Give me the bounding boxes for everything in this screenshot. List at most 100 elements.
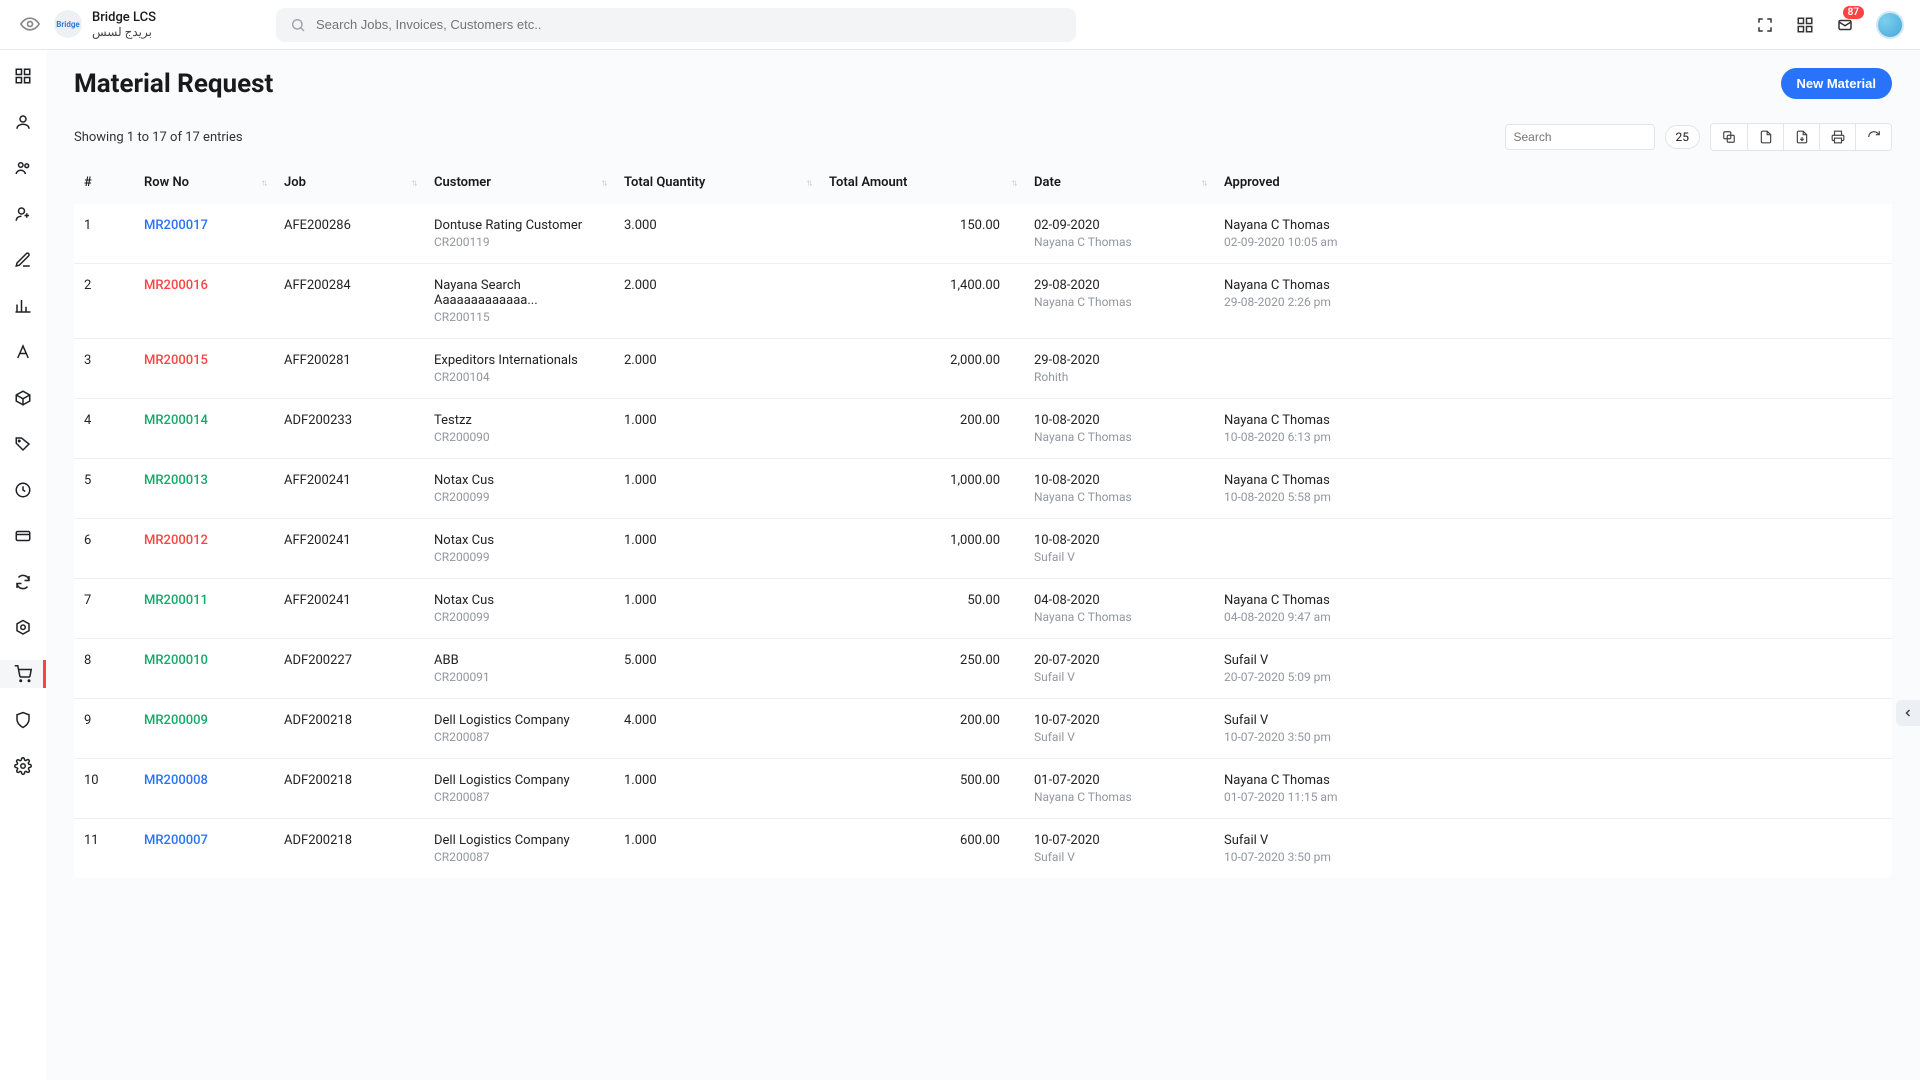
table-row[interactable]: 6MR200012AFF200241Notax CusCR2000991.000…	[74, 519, 1892, 579]
table-row[interactable]: 4MR200014ADF200233TestzzCR2000901.000200…	[74, 399, 1892, 459]
cell-approved: Sufail V10-07-2020 3:50 pm	[1214, 819, 1892, 879]
cell-date: 10-07-2020Sufail V	[1024, 819, 1214, 879]
eye-icon[interactable]	[16, 10, 44, 38]
global-search	[276, 8, 1076, 42]
cell-row-no[interactable]: MR200013	[134, 459, 274, 519]
nav-settings[interactable]	[0, 752, 46, 780]
table-row[interactable]: 7MR200011AFF200241Notax CusCR2000991.000…	[74, 579, 1892, 639]
copy-icon[interactable]	[1711, 124, 1747, 150]
nav-team[interactable]	[0, 154, 46, 182]
cell-job: AFF200241	[274, 519, 424, 579]
cell-date: 04-08-2020Nayana C Thomas	[1024, 579, 1214, 639]
notifications-icon[interactable]: 87	[1836, 16, 1854, 34]
cell-row-no[interactable]: MR200010	[134, 639, 274, 699]
topbar: Bridge Bridge LCS بريدج لسس 87	[0, 0, 1920, 50]
cell-idx: 9	[74, 699, 134, 759]
cell-row-no[interactable]: MR200007	[134, 819, 274, 879]
search-input[interactable]	[276, 8, 1076, 42]
fullscreen-icon[interactable]	[1756, 16, 1774, 34]
table-row[interactable]: 2MR200016AFF200284Nayana Search Aaaaaaaa…	[74, 264, 1892, 339]
showing-entries-text: Showing 1 to 17 of 17 entries	[74, 130, 243, 145]
cell-customer: TestzzCR200090	[424, 399, 614, 459]
table-row[interactable]: 3MR200015AFF200281Expeditors Internation…	[74, 339, 1892, 399]
topbar-actions: 87	[1756, 11, 1904, 39]
col-customer[interactable]: Customer↑↓	[424, 161, 614, 204]
table-tools: 25	[1505, 123, 1893, 151]
page-size-select[interactable]: 25	[1665, 125, 1701, 149]
cell-approved: Nayana C Thomas01-07-2020 11:15 am	[1214, 759, 1892, 819]
nav-user[interactable]	[0, 108, 46, 136]
file-icon[interactable]	[1747, 124, 1783, 150]
nav-purchase[interactable]	[0, 660, 46, 688]
cell-job: ADF200227	[274, 639, 424, 699]
col-date[interactable]: Date↑↓	[1024, 161, 1214, 204]
cell-date: 29-08-2020Nayana C Thomas	[1024, 264, 1214, 339]
cell-job: ADF200233	[274, 399, 424, 459]
col-qty[interactable]: Total Quantity↑↓	[614, 161, 819, 204]
cell-customer: Dell Logistics CompanyCR200087	[424, 699, 614, 759]
nav-reports[interactable]	[0, 292, 46, 320]
table-header-row: # Row No↑↓ Job↑↓ Customer↑↓ Total Quanti…	[74, 161, 1892, 204]
brand-subtitle: بريدج لسس	[92, 25, 156, 39]
refresh-icon[interactable]	[1855, 124, 1891, 150]
cell-idx: 5	[74, 459, 134, 519]
nav-box[interactable]	[0, 384, 46, 412]
export-buttons	[1710, 123, 1892, 151]
sidebar	[0, 50, 46, 1080]
cell-amount: 150.00	[819, 204, 1024, 264]
cell-approved: Nayana C Thomas10-08-2020 5:58 pm	[1214, 459, 1892, 519]
cell-qty: 1.000	[614, 519, 819, 579]
col-job[interactable]: Job↑↓	[274, 161, 424, 204]
col-row-no[interactable]: Row No↑↓	[134, 161, 274, 204]
table-row[interactable]: 10MR200008ADF200218Dell Logistics Compan…	[74, 759, 1892, 819]
table-row[interactable]: 8MR200010ADF200227ABBCR2000915.000250.00…	[74, 639, 1892, 699]
table-search-input[interactable]	[1505, 124, 1655, 150]
cell-date: 10-08-2020Nayana C Thomas	[1024, 459, 1214, 519]
cell-idx: 4	[74, 399, 134, 459]
nav-shield[interactable]	[0, 706, 46, 734]
avatar[interactable]	[1876, 11, 1904, 39]
new-material-button[interactable]: New Material	[1781, 68, 1892, 99]
main-content: Material Request New Material Showing 1 …	[46, 50, 1920, 1080]
cell-customer: Notax CusCR200099	[424, 579, 614, 639]
cell-row-no[interactable]: MR200015	[134, 339, 274, 399]
cell-qty: 2.000	[614, 264, 819, 339]
cell-row-no[interactable]: MR200009	[134, 699, 274, 759]
cell-row-no[interactable]: MR200011	[134, 579, 274, 639]
nav-a[interactable]	[0, 338, 46, 366]
cell-qty: 4.000	[614, 699, 819, 759]
nav-user-add[interactable]	[0, 200, 46, 228]
nav-dashboard[interactable]	[0, 62, 46, 90]
download-icon[interactable]	[1783, 124, 1819, 150]
nav-hex[interactable]	[0, 614, 46, 642]
nav-edit[interactable]	[0, 246, 46, 274]
cell-row-no[interactable]: MR200016	[134, 264, 274, 339]
cell-approved	[1214, 519, 1892, 579]
sort-icon: ↑↓	[1201, 177, 1206, 188]
table-row[interactable]: 1MR200017AFE200286Dontuse Rating Custome…	[74, 204, 1892, 264]
brand-logo[interactable]: Bridge	[54, 10, 82, 38]
cell-row-no[interactable]: MR200008	[134, 759, 274, 819]
cell-row-no[interactable]: MR200012	[134, 519, 274, 579]
cell-row-no[interactable]: MR200017	[134, 204, 274, 264]
cell-approved: Nayana C Thomas10-08-2020 6:13 pm	[1214, 399, 1892, 459]
cell-row-no[interactable]: MR200014	[134, 399, 274, 459]
table-row[interactable]: 11MR200007ADF200218Dell Logistics Compan…	[74, 819, 1892, 879]
print-icon[interactable]	[1819, 124, 1855, 150]
cell-date: 10-08-2020Sufail V	[1024, 519, 1214, 579]
apps-icon[interactable]	[1796, 16, 1814, 34]
col-approved[interactable]: Approved	[1214, 161, 1892, 204]
nav-sync[interactable]	[0, 568, 46, 596]
cell-approved: Nayana C Thomas02-09-2020 10:05 am	[1214, 204, 1892, 264]
cell-amount: 200.00	[819, 699, 1024, 759]
table-row[interactable]: 5MR200013AFF200241Notax CusCR2000991.000…	[74, 459, 1892, 519]
collapse-handle[interactable]	[1896, 700, 1920, 726]
col-hash[interactable]: #	[74, 161, 134, 204]
cell-amount: 2,000.00	[819, 339, 1024, 399]
nav-card[interactable]	[0, 522, 46, 550]
col-amount[interactable]: Total Amount↑↓	[819, 161, 1024, 204]
nav-history[interactable]	[0, 476, 46, 504]
brand-title: Bridge LCS	[92, 10, 156, 26]
table-row[interactable]: 9MR200009ADF200218Dell Logistics Company…	[74, 699, 1892, 759]
nav-tag[interactable]	[0, 430, 46, 458]
